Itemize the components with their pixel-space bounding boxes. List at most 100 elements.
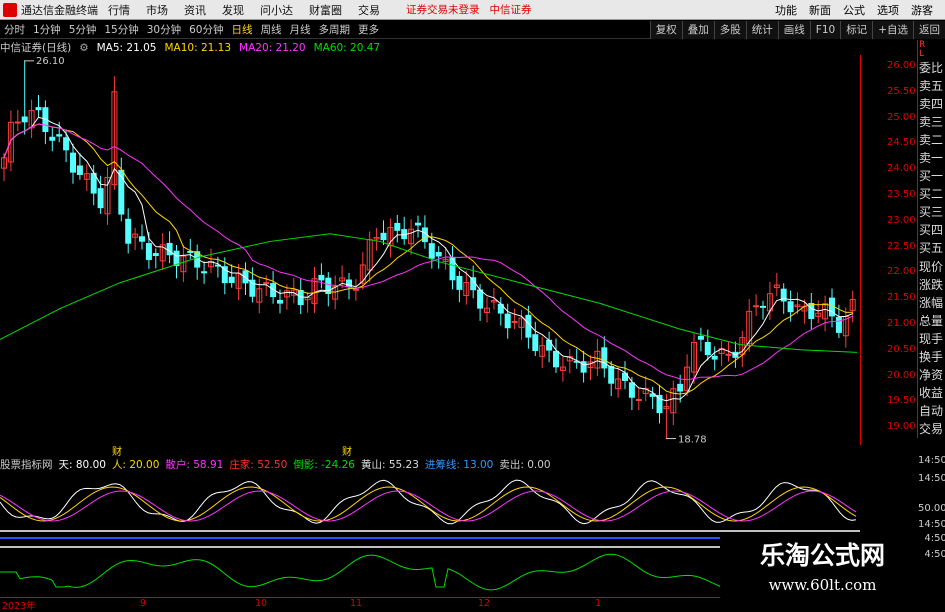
top-xuanxiang[interactable]: 选项 xyxy=(877,2,899,18)
period-weekly[interactable]: 周线 xyxy=(261,22,282,37)
low-price-label: 18.78 xyxy=(678,435,707,445)
ind-ren: 人: 20.00 xyxy=(111,458,160,471)
settings-icon[interactable]: ⚙ xyxy=(79,42,88,54)
period-30min[interactable]: 30分钟 xyxy=(147,22,181,37)
candle-body xyxy=(263,282,270,285)
period-daily[interactable]: 日线 xyxy=(232,22,253,37)
ma-info-bar: 中信证券(日线) ⚙ MA5: 21.05 MA10: 21.13 MA20: … xyxy=(0,40,860,55)
indicator-tick: 14:50 xyxy=(918,519,945,530)
osc-line-3 xyxy=(0,490,857,522)
finance-marker[interactable]: 财 xyxy=(342,443,352,458)
period-multi[interactable]: 多周期 xyxy=(319,22,351,37)
sidebar-item[interactable]: 卖四 xyxy=(918,95,945,113)
sidebar-item[interactable]: 现价 xyxy=(918,258,945,276)
ind-tian: 天: 80.00 xyxy=(58,458,106,471)
period-60min[interactable]: 60分钟 xyxy=(189,22,223,37)
indicator-name[interactable]: 股票指标网 xyxy=(0,457,53,472)
sidebar-item[interactable]: 卖一 xyxy=(918,149,945,167)
high-price-label: 26.10 xyxy=(36,56,65,67)
sidebar-item[interactable]: 涨跌 xyxy=(918,276,945,294)
period-fenshi[interactable]: 分时 xyxy=(4,22,25,37)
menu-faxian[interactable]: 发现 xyxy=(222,2,244,18)
price-tick: 19.00 xyxy=(887,421,916,433)
candle-body xyxy=(753,305,760,308)
price-tick: 19.50 xyxy=(887,395,916,407)
sidebar-item[interactable]: 买二 xyxy=(918,185,945,203)
menu-jiaoyi[interactable]: 交易 xyxy=(358,2,380,18)
candle-body xyxy=(318,274,325,281)
btn-fuquan[interactable]: 复权 xyxy=(649,21,682,39)
sidebar-item[interactable]: 交易 xyxy=(918,420,945,438)
candle-body xyxy=(63,137,70,151)
candle-body xyxy=(76,165,83,175)
ma5-line xyxy=(3,116,853,402)
ma20-label: MA20: 21.20 xyxy=(239,41,306,54)
top-gongneng[interactable]: 功能 xyxy=(775,2,797,18)
date-tick: 9 xyxy=(140,598,147,609)
period-5min[interactable]: 5分钟 xyxy=(69,22,97,37)
btn-diejia[interactable]: 叠加 xyxy=(681,21,714,39)
candle-body xyxy=(14,121,21,124)
sidebar-item[interactable]: 总量 xyxy=(918,312,945,330)
period-1min[interactable]: 1分钟 xyxy=(33,22,61,37)
sidebar-item[interactable]: 委比 xyxy=(918,59,945,77)
price-tick: 23.00 xyxy=(887,214,916,226)
btn-tongji[interactable]: 统计 xyxy=(745,21,778,39)
price-tick: 22.50 xyxy=(887,240,916,252)
sidebar-item[interactable]: 涨幅 xyxy=(918,294,945,312)
btn-biaoji[interactable]: 标记 xyxy=(840,21,872,39)
candle-body xyxy=(145,243,152,260)
menu-zixun[interactable]: 资讯 xyxy=(184,2,206,18)
btn-f10[interactable]: F10 xyxy=(809,21,840,39)
period-15min[interactable]: 15分钟 xyxy=(104,22,138,37)
finance-marker[interactable]: 财 xyxy=(112,443,122,458)
date-tick: 11 xyxy=(350,598,363,609)
candle-body xyxy=(628,382,635,398)
candle-body xyxy=(808,302,815,319)
btn-zixuan[interactable]: +自选 xyxy=(872,21,913,39)
candle-body xyxy=(435,252,442,257)
top-gongshi[interactable]: 公式 xyxy=(843,2,865,18)
period-monthly[interactable]: 月线 xyxy=(290,22,311,37)
ma5-label: MA5: 21.05 xyxy=(96,41,157,54)
menu-caifuquan[interactable]: 财富圈 xyxy=(309,2,342,18)
top-xinmian[interactable]: 新面 xyxy=(809,2,831,18)
sidebar-item[interactable]: 自动 xyxy=(918,402,945,420)
menu-wenxiaoda[interactable]: 问小达 xyxy=(260,2,293,18)
candle-body xyxy=(760,305,766,308)
price-tick: 20.50 xyxy=(887,343,916,355)
candlestick-chart[interactable]: 26.10 18.78 xyxy=(0,55,860,445)
sidebar-item[interactable]: 换手 xyxy=(918,348,945,366)
period-more[interactable]: 更多 xyxy=(358,22,379,37)
top-youke[interactable]: 游客 xyxy=(911,2,933,18)
sidebar-item[interactable]: 卖三 xyxy=(918,113,945,131)
candle-body xyxy=(546,339,553,351)
broker-name[interactable]: 中信证券 xyxy=(490,2,532,17)
sidebar-item[interactable]: 买一 xyxy=(918,167,945,185)
ind-maichu: 卖出: 0.00 xyxy=(499,458,551,471)
btn-huaxian[interactable]: 画线 xyxy=(777,21,810,39)
login-status[interactable]: 证券交易未登录 xyxy=(406,2,480,17)
price-tick: 26.00 xyxy=(887,60,916,71)
sidebar-item[interactable]: 现手 xyxy=(918,330,945,348)
btn-duogu[interactable]: 多股 xyxy=(713,21,746,39)
candle-body xyxy=(35,107,42,111)
candle-body xyxy=(201,271,208,274)
menu-shichang[interactable]: 市场 xyxy=(146,2,168,18)
price-tick: 21.50 xyxy=(887,292,916,304)
sidebar-item[interactable]: 买四 xyxy=(918,221,945,239)
candle-body xyxy=(277,299,283,304)
ma10-label: MA10: 21.13 xyxy=(164,41,232,54)
btn-fanhui[interactable]: 返回 xyxy=(913,21,945,39)
menu-hangqing[interactable]: 行情 xyxy=(108,2,130,18)
indicator-tick: 14:50 xyxy=(918,455,945,466)
sidebar-item[interactable]: 买三 xyxy=(918,203,945,221)
sidebar-item[interactable]: 卖五 xyxy=(918,77,945,95)
price-tick: 25.00 xyxy=(887,111,916,123)
sidebar-item[interactable]: 买五 xyxy=(918,239,945,257)
candle-body xyxy=(173,250,180,267)
sidebar-item[interactable]: 卖二 xyxy=(918,131,945,149)
candle-body xyxy=(166,242,173,256)
sidebar-item[interactable]: 净资 xyxy=(918,366,945,384)
sidebar-item[interactable]: 收益 xyxy=(918,384,945,402)
